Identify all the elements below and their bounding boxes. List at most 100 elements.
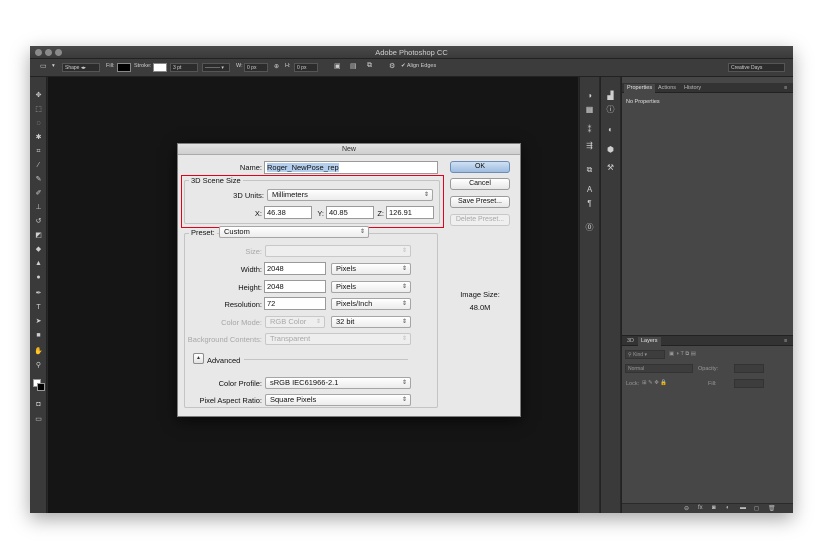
zoom-tool-icon[interactable]: ⚲ (34, 361, 43, 370)
histogram-panel-icon[interactable]: ▟ (605, 91, 616, 101)
tab-actions[interactable]: Actions (655, 84, 679, 93)
width-unit-select[interactable]: Pixels ⇕ (331, 263, 411, 275)
paragraph-panel-icon[interactable]: ¶ (584, 199, 595, 209)
layer-comps-panel-icon[interactable]: ⧉ (584, 165, 595, 175)
color-profile-select[interactable]: sRGB IEC61966-2.1 ⇕ (265, 377, 411, 389)
align-edges-checkbox[interactable]: ✔ Align Edges (401, 63, 436, 69)
highlight-box (181, 175, 444, 228)
move-tool-icon[interactable]: ✥ (34, 91, 43, 100)
layer-style-icon[interactable]: fx (698, 505, 703, 511)
panel-menu-icon[interactable]: ≡ (781, 84, 790, 93)
ok-button[interactable]: OK (450, 161, 510, 173)
shape-tool-icon[interactable]: ▭ (40, 62, 47, 70)
magic-wand-tool-icon[interactable]: ✱ (34, 133, 43, 142)
character-panel-icon[interactable]: A (584, 185, 595, 195)
screen-mode-icon[interactable]: ▭ (34, 415, 43, 424)
sliders-panel-icon[interactable]: ⇶ (584, 141, 595, 151)
size-select[interactable]: ⇕ (265, 245, 411, 257)
chevron-updown-icon: ⇕ (315, 319, 321, 325)
add-mask-icon[interactable]: ◙ (712, 505, 716, 511)
cancel-button[interactable]: Cancel (450, 178, 510, 190)
width-label: Width: (240, 265, 262, 274)
history-brush-tool-icon[interactable]: ↺ (34, 217, 43, 226)
stroke-width-field[interactable]: 3 pt (170, 63, 198, 72)
stroke-swatch[interactable] (153, 63, 167, 72)
pixel-aspect-ratio-select[interactable]: Square Pixels ⇕ (265, 394, 411, 406)
preset-select[interactable]: Custom ⇕ (219, 226, 369, 238)
pen-tool-icon[interactable]: ✒ (34, 289, 43, 298)
save-preset-button[interactable]: Save Preset... (450, 196, 510, 208)
eraser-tool-icon[interactable]: ◩ (34, 231, 43, 240)
tab-layers[interactable]: Layers (638, 337, 661, 346)
properties-tabs: Properties Actions History ≡ (622, 83, 793, 93)
shape-mode-select[interactable]: Shape ◂▸ (62, 63, 100, 72)
blend-mode-select[interactable]: Normal (625, 364, 693, 373)
background-contents-select[interactable]: Transparent ⇕ (265, 333, 411, 345)
info-panel-icon[interactable]: ⓘ (605, 105, 616, 115)
crop-tool-icon[interactable]: ⌗ (34, 147, 43, 156)
layer-kind-filter[interactable]: ⚲ Kind ▾ (625, 350, 665, 359)
gear-icon[interactable]: ⚙ (389, 62, 395, 70)
new-layer-icon[interactable]: ◻ (754, 505, 759, 512)
adjust-panel-icon[interactable]: ⁑ (584, 125, 595, 135)
lock-icons[interactable]: ⊞ ✎ ✥ 🔒 (642, 380, 667, 386)
color-mode-select[interactable]: RGB Color ⇕ (265, 316, 325, 328)
marquee-tool-icon[interactable]: ⬚ (34, 105, 43, 114)
tool-presets-panel-icon[interactable]: ⚒ (605, 163, 616, 173)
paint-bucket-tool-icon[interactable]: ◆ (34, 245, 43, 254)
trash-icon[interactable]: 🗑 (768, 505, 776, 512)
type-tool-icon[interactable]: T (34, 303, 43, 312)
link-layers-icon[interactable]: ⊖ (684, 505, 689, 512)
width-field[interactable]: 2048 (264, 262, 326, 275)
rectangle-tool-icon[interactable]: ■ (34, 331, 43, 340)
path-arrangement-icon[interactable]: ⧉ (367, 62, 372, 70)
workspace-select[interactable]: Creative Days (728, 63, 785, 72)
lasso-tool-icon[interactable]: ◌ (34, 119, 43, 128)
eyedropper-tool-icon[interactable]: ⁄ (34, 161, 43, 170)
advanced-toggle-button[interactable]: ▲ (193, 353, 204, 364)
height-unit-select[interactable]: Pixels ⇕ (331, 281, 411, 293)
stroke-type-select[interactable]: ——— ▾ (202, 63, 230, 72)
3d-panel-icon[interactable]: ◑ (584, 91, 595, 101)
background-color-swatch[interactable] (37, 383, 45, 391)
dodge-tool-icon[interactable]: ● (34, 273, 43, 282)
fill-field[interactable] (734, 379, 764, 388)
grid-panel-icon[interactable]: ▦ (584, 105, 595, 115)
behance-panel-icon[interactable]: ⓪ (584, 223, 595, 233)
fill-swatch[interactable] (117, 63, 131, 72)
new-group-icon[interactable]: ▬ (740, 505, 746, 511)
h-field[interactable]: 0 px (294, 63, 318, 72)
opacity-field[interactable] (734, 364, 764, 373)
path-alignment-icon[interactable]: ▤ (350, 62, 357, 70)
quick-mask-icon[interactable]: ◘ (34, 400, 43, 409)
tab-history[interactable]: History (681, 84, 704, 93)
healing-brush-tool-icon[interactable]: ✎ (34, 175, 43, 184)
hand-tool-icon[interactable]: ✋ (34, 347, 43, 356)
delete-preset-button[interactable]: Delete Preset... (450, 214, 510, 226)
brush-presets-panel-icon[interactable]: ◐ (605, 125, 616, 135)
w-field[interactable]: 0 px (244, 63, 268, 72)
tab-properties[interactable]: Properties (624, 84, 656, 93)
tool-preset-arrow-icon[interactable]: ▾ (52, 63, 55, 69)
resolution-field[interactable]: 72 (264, 297, 326, 310)
swatches-panel-icon[interactable]: ⬢ (605, 145, 616, 155)
name-field[interactable]: Roger_NewPose_rep (264, 161, 438, 174)
height-field[interactable]: 2048 (264, 280, 326, 293)
clone-stamp-tool-icon[interactable]: ⊥ (34, 203, 43, 212)
resolution-unit-select[interactable]: Pixels/Inch ⇕ (331, 298, 411, 310)
brush-tool-icon[interactable]: ✐ (34, 189, 43, 198)
path-operations-icon[interactable]: ▣ (334, 62, 341, 70)
blur-tool-icon[interactable]: ▲ (34, 259, 43, 268)
color-profile-label: Color Profile: (218, 379, 262, 388)
opacity-label: Opacity: (698, 366, 719, 372)
panel-dock-strip-right: ▟ ⓘ ◐ ⬢ ⚒ (600, 77, 620, 513)
panel-dock-strip-left: ◑ ▦ ⁑ ⇶ ⧉ A ¶ ⓪ (579, 77, 599, 513)
layers-menu-icon[interactable]: ≡ (781, 337, 790, 346)
tab-3d[interactable]: 3D (624, 337, 637, 346)
options-bar: ▭ ▾ Shape ◂▸ Fill: Stroke: 3 pt ——— ▾ W:… (30, 59, 793, 77)
bit-depth-select[interactable]: 32 bit ⇕ (331, 316, 411, 328)
layer-filter-icons[interactable]: ▣ ◑ T ⧉ ▤ (669, 351, 696, 358)
path-selection-tool-icon[interactable]: ➤ (34, 317, 43, 326)
link-icon[interactable]: ⊕ (274, 63, 279, 70)
adjustment-layer-icon[interactable]: ◐ (726, 505, 730, 511)
